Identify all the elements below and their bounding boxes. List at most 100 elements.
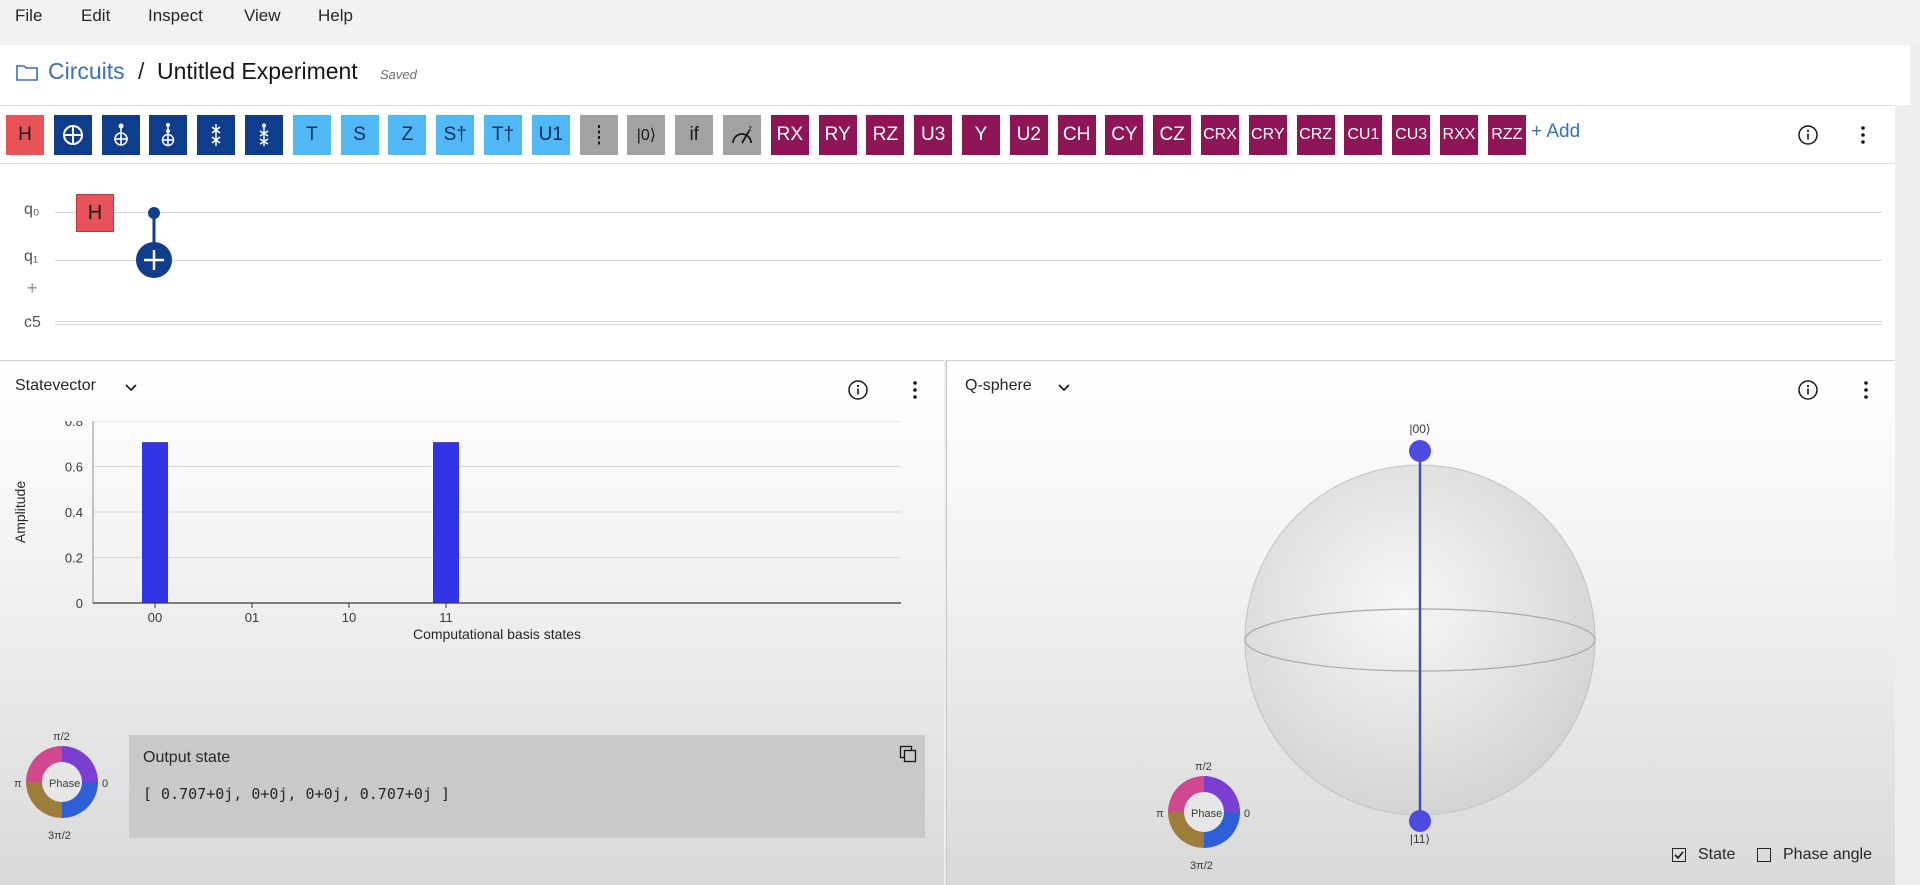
- phase-label-top: π/2: [53, 731, 70, 743]
- statevector-dropdown[interactable]: Statevector: [15, 377, 96, 395]
- gate-rx-button[interactable]: RX: [770, 115, 809, 155]
- gate-cu1-button[interactable]: CU1: [1344, 115, 1383, 155]
- checkmark-icon: [1674, 851, 1684, 860]
- folder-icon[interactable]: [16, 63, 38, 81]
- gate-label: CY: [1111, 124, 1138, 145]
- gate-barrier-icon[interactable]: [579, 115, 618, 155]
- gate-ry-button[interactable]: RY: [818, 115, 857, 155]
- menu-help[interactable]: Help: [318, 6, 353, 26]
- breadcrumb-circuits-link[interactable]: Circuits: [48, 58, 125, 85]
- gate-rxx-button[interactable]: RXX: [1440, 115, 1478, 155]
- info-icon[interactable]: [1797, 379, 1819, 401]
- x-tick-label: 00: [148, 610, 162, 625]
- gate-y-button[interactable]: Y: [962, 115, 1000, 155]
- gate-label: RZ: [872, 124, 899, 145]
- qsphere-dropdown[interactable]: Q-sphere: [965, 377, 1032, 395]
- gate-rzz-button[interactable]: RZZ: [1487, 115, 1526, 155]
- chevron-down-icon[interactable]: [124, 383, 138, 393]
- add-gate-button[interactable]: + Add: [1531, 121, 1580, 143]
- qubit-wire-q1: [55, 260, 1882, 261]
- phase-angle-checkbox-box[interactable]: [1757, 848, 1771, 862]
- gate-toffoli-icon[interactable]: [101, 115, 140, 155]
- phase-label-top: π/2: [1195, 761, 1212, 773]
- svg-text:z: z: [748, 124, 752, 133]
- gate-label: T: [305, 124, 318, 145]
- breadcrumb-separator: /: [138, 58, 145, 84]
- gate-measure-z-icon[interactable]: z: [723, 115, 761, 155]
- menu-view[interactable]: View: [244, 6, 281, 26]
- gate-cry-button[interactable]: CRY: [1248, 115, 1287, 155]
- gate-h-button[interactable]: H: [6, 115, 44, 155]
- info-icon[interactable]: [1797, 124, 1819, 146]
- gate-z-button[interactable]: Z: [388, 115, 427, 155]
- phase-label-center: Phase: [1191, 808, 1223, 820]
- gate-cu3-button[interactable]: CU3: [1392, 115, 1431, 155]
- circuit-cnot-gate[interactable]: [133, 202, 177, 286]
- gate-label: T†: [491, 124, 515, 145]
- gate-u1-button[interactable]: U1: [531, 115, 570, 155]
- gate-s-button[interactable]: S†: [436, 115, 475, 155]
- state-node-00: [1409, 440, 1431, 462]
- add-qubit-icon[interactable]: +: [27, 278, 38, 299]
- gate-if-button[interactable]: if: [675, 115, 714, 155]
- gate-0-button[interactable]: |0⟩: [627, 115, 666, 155]
- gate-u3-button[interactable]: U3: [914, 115, 953, 155]
- classical-register-label: c5: [24, 314, 41, 331]
- menu-bar: File Edit Inspect View Help: [0, 0, 1920, 45]
- gate-label: RXX: [1442, 126, 1476, 143]
- gate-t-button[interactable]: T†: [484, 115, 522, 155]
- copy-icon[interactable]: [899, 745, 917, 763]
- state-checkbox[interactable]: State: [1672, 846, 1735, 864]
- overflow-menu-icon[interactable]: [1853, 123, 1873, 147]
- gate-multi-control-not-icon[interactable]: [149, 115, 188, 155]
- state-checkbox-label: State: [1698, 846, 1736, 863]
- qubit-label-q0[interactable]: q₀: [24, 201, 40, 219]
- gate-rz-button[interactable]: RZ: [866, 115, 905, 155]
- gate-label: RX: [776, 124, 803, 145]
- gate-s-button[interactable]: S: [340, 115, 379, 155]
- menu-file[interactable]: File: [15, 6, 42, 26]
- gate-crz-button[interactable]: CRZ: [1296, 115, 1335, 155]
- output-state-value[interactable]: [ 0.707+0j, 0+0j, 0+0j, 0.707+0j ]: [143, 785, 450, 803]
- menu-edit[interactable]: Edit: [81, 6, 110, 26]
- menu-inspect[interactable]: Inspect: [148, 6, 203, 26]
- gate-label: U1: [538, 124, 563, 145]
- phase-label-left: π: [14, 778, 22, 790]
- qubit-label-q1[interactable]: q₁: [24, 248, 38, 266]
- multi-control-not-icon: [162, 123, 175, 147]
- gate-label: CRX: [1203, 126, 1237, 143]
- classical-wire-double: [55, 324, 1882, 325]
- gate-swap-icon[interactable]: [197, 115, 236, 155]
- swap-icon: [211, 124, 221, 146]
- overflow-menu-icon[interactable]: [1856, 378, 1876, 402]
- bar-11[interactable]: [433, 442, 459, 603]
- phase-label-left: π: [1156, 808, 1164, 820]
- gate-palette: H T S Z S† T† U1 |0⟩ if z RX RY RZ U3 Y U2 CH CY CZ CRX CRY C…: [0, 105, 1895, 163]
- controlled-swap-icon: [259, 123, 269, 146]
- barrier-icon: [597, 125, 600, 145]
- phase-angle-checkbox[interactable]: Phase angle: [1757, 846, 1872, 864]
- state-checkbox-box[interactable]: [1672, 848, 1686, 862]
- gate-ch-button[interactable]: CH: [1057, 115, 1096, 155]
- chevron-down-icon[interactable]: [1057, 383, 1071, 393]
- bar-00[interactable]: [142, 442, 168, 603]
- qsphere-panel: Q-sphere |00⟩ |11⟩ π/2 π 0 3π/2 Phase St…: [946, 360, 1895, 885]
- y-tick-label: 0.8: [65, 421, 83, 429]
- page-title[interactable]: Untitled Experiment: [157, 58, 358, 85]
- gate-t-button[interactable]: T: [292, 115, 331, 155]
- overflow-menu-icon[interactable]: [905, 378, 925, 402]
- gate-cz-button[interactable]: CZ: [1153, 115, 1192, 155]
- gate-label: |0⟩: [636, 127, 657, 144]
- breadcrumb: Circuits / Untitled Experiment Saved: [0, 45, 1910, 105]
- gate-controlled-swap-icon[interactable]: [245, 115, 283, 155]
- qsphere-visualization: |00⟩ |11⟩: [1244, 422, 1596, 846]
- circuit-h-gate[interactable]: H: [76, 194, 114, 232]
- phase-label-bottom: 3π/2: [1190, 860, 1213, 872]
- gate-label: H: [18, 124, 32, 145]
- gate-crx-button[interactable]: CRX: [1201, 115, 1239, 155]
- info-icon[interactable]: [847, 379, 869, 401]
- gate-cy-button[interactable]: CY: [1105, 115, 1144, 155]
- gate-cnot-icon[interactable]: [53, 115, 92, 155]
- gate-u2-button[interactable]: U2: [1009, 115, 1048, 155]
- gate-label: RY: [824, 124, 851, 145]
